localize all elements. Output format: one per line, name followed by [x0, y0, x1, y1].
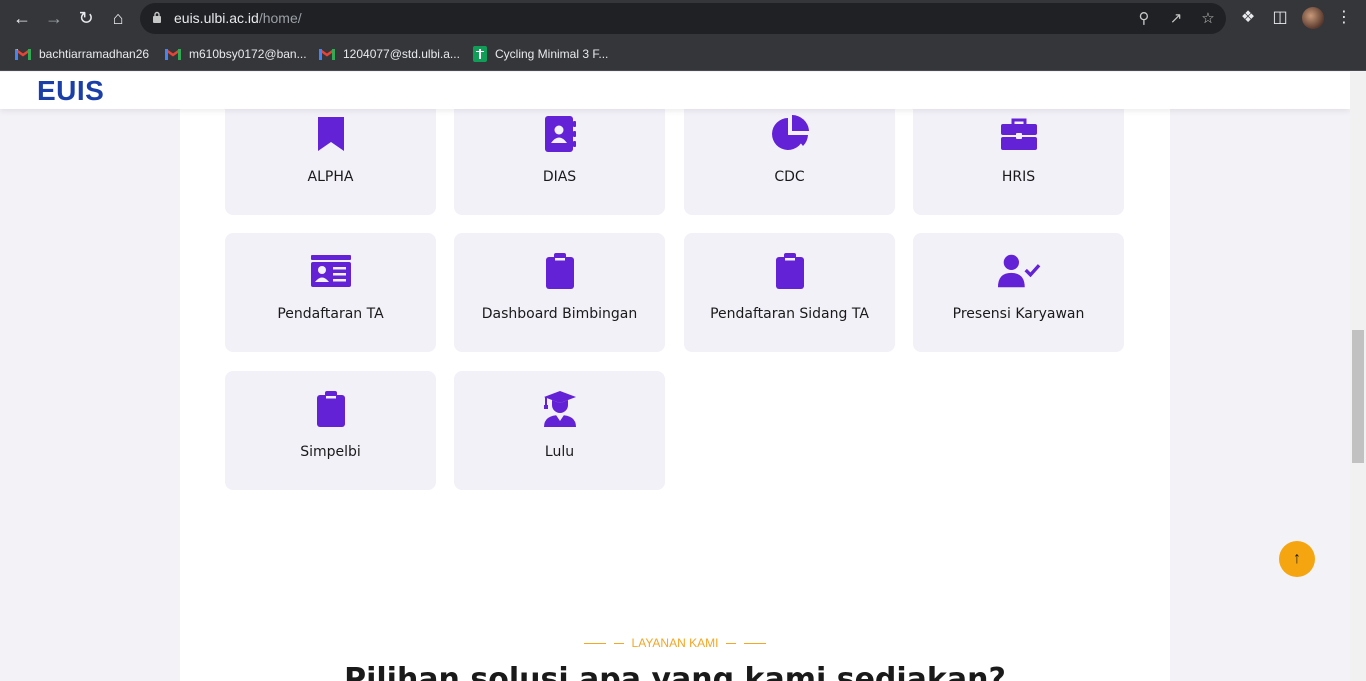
bookmark-item[interactable]: 1204077@std.ulbi.a...: [319, 46, 460, 62]
side-panel-icon[interactable]: ◫: [1270, 8, 1290, 28]
gmail-icon: [165, 49, 181, 60]
address-book-icon: [538, 114, 582, 154]
home-icon[interactable]: ⌂: [108, 8, 128, 28]
briefcase-icon: [997, 114, 1041, 154]
gmail-icon: [15, 49, 31, 60]
app-card-presensi-karyawan[interactable]: Presensi Karyawan: [913, 233, 1124, 352]
section-tag: LAYANAN KAMI: [0, 636, 1350, 650]
reload-icon[interactable]: ↻: [76, 8, 96, 28]
forward-icon[interactable]: →: [44, 8, 64, 28]
app-card-alpha[interactable]: ALPHA: [225, 96, 436, 215]
app-card-hris[interactable]: HRIS: [913, 96, 1124, 215]
tag-line: [725, 643, 736, 645]
clipboard-icon: [538, 251, 582, 291]
star-icon[interactable]: ☆: [1198, 9, 1218, 29]
bookmark-item[interactable]: bachtiarramadhan26: [15, 46, 149, 62]
app-card-label: Simpelbi: [300, 444, 361, 460]
lock-icon: [153, 11, 161, 23]
app-card-label: Pendaftaran TA: [277, 306, 384, 322]
id-card-icon: [309, 251, 353, 291]
extensions-icon[interactable]: ❖: [1238, 8, 1258, 28]
clipboard-icon: [768, 251, 812, 291]
sheets-icon: [473, 46, 487, 62]
app-card-label: CDC: [774, 169, 805, 185]
app-card-simpelbi[interactable]: Simpelbi: [225, 371, 436, 490]
scrollbar-thumb[interactable]: [1352, 330, 1364, 463]
graduate-icon: [538, 389, 582, 429]
bookmarks-bar: bachtiarramadhan26 m610bsy0172@ban... 12…: [0, 37, 1366, 71]
bookmark-item[interactable]: Cycling Minimal 3 F...: [473, 46, 608, 62]
back-icon[interactable]: ←: [12, 8, 32, 28]
bookmark-item[interactable]: m610bsy0172@ban...: [165, 46, 307, 62]
app-card-label: DIAS: [542, 169, 577, 185]
pie-chart-icon: [768, 114, 812, 154]
scroll-to-top-button[interactable]: ↑: [1279, 541, 1315, 577]
bookmark-icon: [309, 114, 353, 154]
address-bar[interactable]: euis.ulbi.ac.id/home/ ⚲ ↗ ☆: [140, 3, 1226, 34]
app-card-pendaftaran-ta[interactable]: Pendaftaran TA: [225, 233, 436, 352]
app-card-label: Pendaftaran Sidang TA: [710, 306, 869, 322]
zoom-icon[interactable]: ⚲: [1134, 9, 1154, 29]
app-card-dashboard-bimbingan[interactable]: Dashboard Bimbingan: [454, 233, 665, 352]
browser-toolbar: ← → ↻ ⌂ euis.ulbi.ac.id/home/ ⚲ ↗ ☆ ❖ ◫ …: [0, 0, 1366, 37]
clipboard-icon: [309, 389, 353, 429]
app-card-label: ALPHA: [307, 169, 354, 185]
profile-avatar[interactable]: [1302, 7, 1324, 29]
app-card-label: Dashboard Bimbingan: [481, 306, 638, 322]
app-card-label: HRIS: [1001, 169, 1036, 185]
app-card-pendaftaran-sidang-ta[interactable]: Pendaftaran Sidang TA: [684, 233, 895, 352]
tag-line: [584, 643, 607, 645]
share-icon[interactable]: ↗: [1166, 9, 1186, 29]
site-logo[interactable]: EUIS: [37, 75, 104, 107]
tag-line: [614, 643, 625, 645]
app-card-label: Lulu: [544, 444, 575, 460]
user-check-icon: [997, 251, 1041, 291]
site-header: EUIS: [0, 72, 1350, 109]
tag-line: [743, 643, 766, 645]
app-card-lulu[interactable]: Lulu: [454, 371, 665, 490]
menu-icon[interactable]: ⋮: [1334, 8, 1354, 28]
section-tag-label: LAYANAN KAMI: [631, 636, 719, 650]
page-viewport: EUIS ALPHA DIAS CDC HRIS Pendaftaran TA: [0, 72, 1350, 681]
app-card-cdc[interactable]: CDC: [684, 96, 895, 215]
gmail-icon: [319, 49, 335, 60]
app-card-label: Presensi Karyawan: [952, 306, 1085, 322]
page-scrollbar[interactable]: [1350, 72, 1366, 681]
app-card-dias[interactable]: DIAS: [454, 96, 665, 215]
section-heading: Pilihan solusi apa yang kami sediakan?: [344, 662, 1006, 681]
url-text: euis.ulbi.ac.id/home/: [174, 10, 302, 26]
